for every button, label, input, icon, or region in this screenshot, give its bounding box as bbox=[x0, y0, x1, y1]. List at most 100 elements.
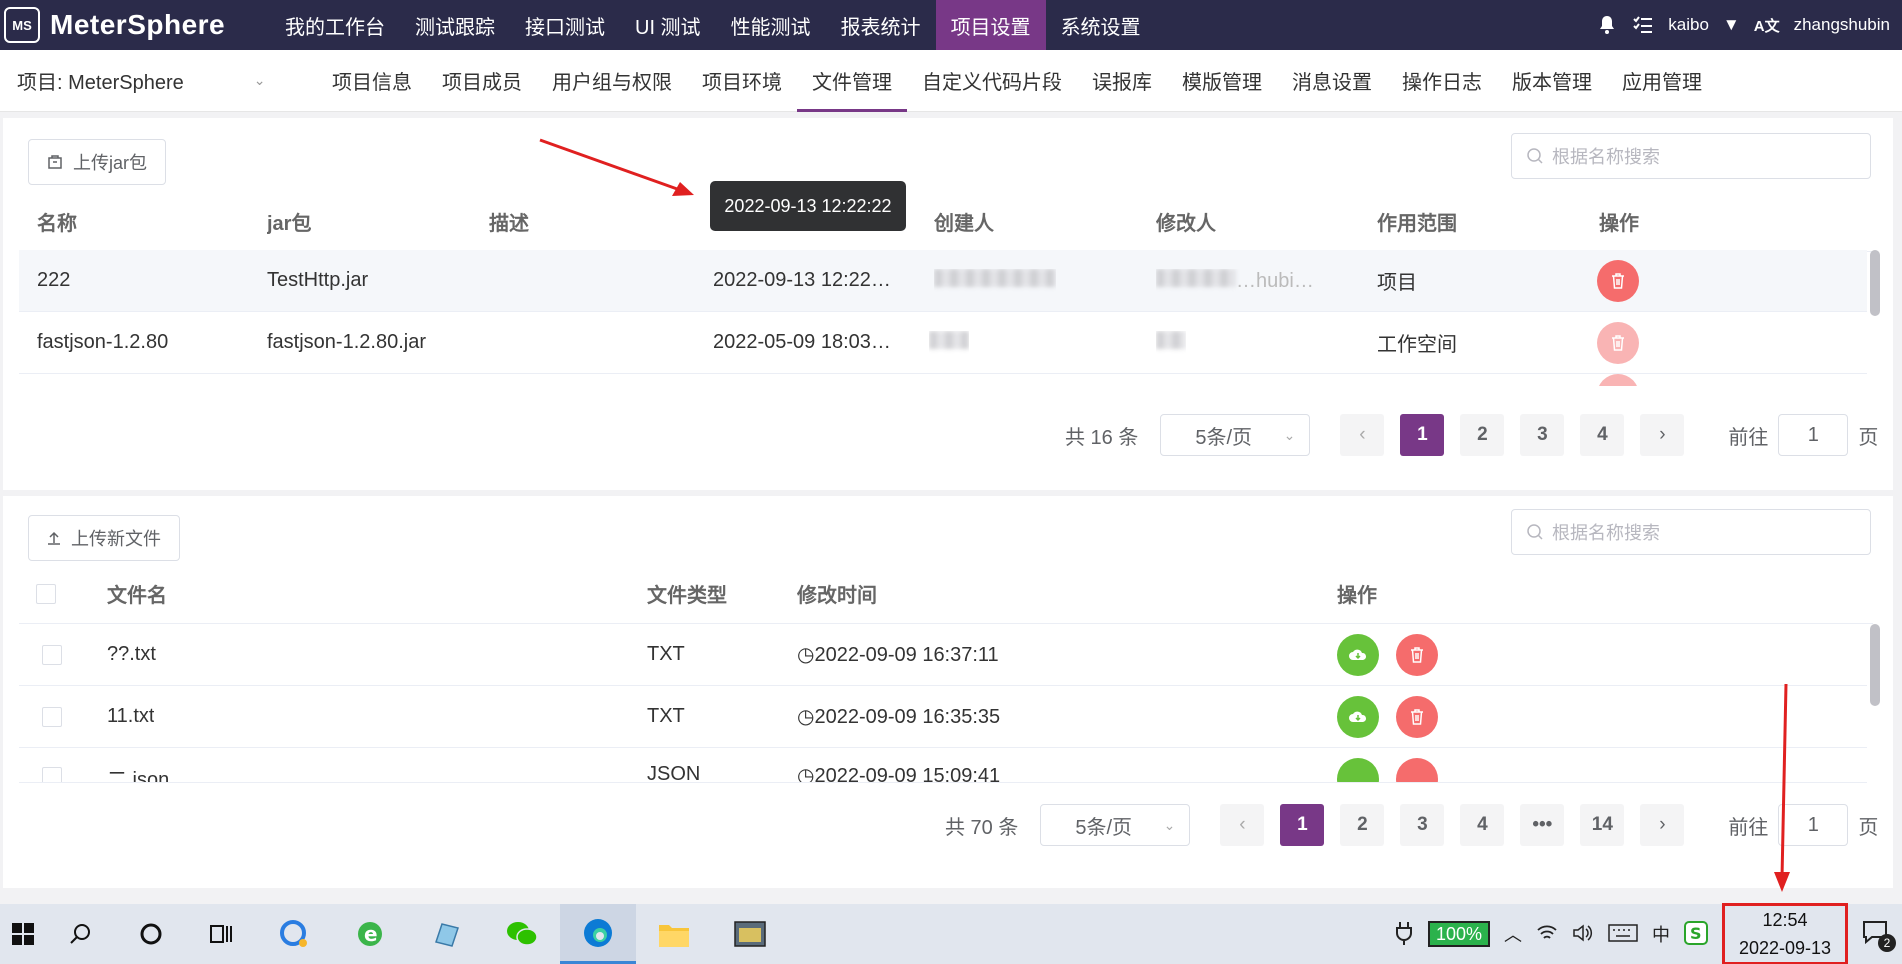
file-explorer-icon[interactable] bbox=[636, 904, 712, 964]
top-navbar: MS MeterSphere 我的工作台 测试跟踪 接口测试 UI 测试 性能测… bbox=[0, 0, 1902, 50]
jar-time: 2022-09-13 12:22… bbox=[713, 269, 891, 291]
upload-jar-button[interactable]: 上传jar包 bbox=[28, 139, 167, 185]
jar-search-input[interactable]: 根据名称搜索 bbox=[1511, 133, 1871, 179]
chevron-down-icon: ⌄ bbox=[1163, 816, 1176, 833]
file-type: TXT bbox=[647, 705, 685, 727]
menu-item-project-settings[interactable]: 项目设置 bbox=[935, 0, 1046, 50]
jar-table-scrollbar[interactable] bbox=[1870, 250, 1880, 316]
chat-app-icon[interactable] bbox=[256, 904, 332, 964]
wechat-icon[interactable] bbox=[484, 904, 560, 964]
app-window-icon[interactable] bbox=[712, 904, 788, 964]
tab-message-settings[interactable]: 消息设置 bbox=[1277, 50, 1387, 112]
workspace-name[interactable]: kaibo bbox=[1668, 15, 1709, 35]
more-pages-button[interactable]: ••• bbox=[1520, 804, 1565, 846]
project-selector[interactable]: 项目: MeterSphere ⌄ bbox=[0, 66, 300, 95]
cortana-icon[interactable] bbox=[116, 904, 186, 964]
table-row[interactable]: 222 TestHttp.jar 2022-09-13 12:22… …hubi… bbox=[19, 250, 1867, 312]
table-row[interactable]: fastjson-1.2.80 fastjson-1.2.80.jar 2022… bbox=[19, 312, 1867, 374]
menu-item-reports[interactable]: 报表统计 bbox=[826, 0, 936, 50]
table-row[interactable]: 11.txt TXT ◷2022-09-09 16:35:35 bbox=[19, 686, 1867, 748]
prev-page-button[interactable]: ‹ bbox=[1220, 804, 1265, 846]
jar-page-size-select[interactable]: 5条/页 ⌄ bbox=[1160, 414, 1311, 456]
search-icon[interactable] bbox=[46, 904, 116, 964]
tab-operation-log[interactable]: 操作日志 bbox=[1387, 50, 1497, 112]
chevron-up-icon[interactable]: ︿ bbox=[1504, 921, 1522, 947]
page-button[interactable]: 4 bbox=[1580, 414, 1625, 456]
goto-page-input[interactable]: 1 bbox=[1778, 804, 1849, 846]
notification-center-icon[interactable]: 2 bbox=[1862, 920, 1896, 952]
tab-version-management[interactable]: 版本管理 bbox=[1497, 50, 1607, 112]
page-button[interactable]: 3 bbox=[1520, 414, 1565, 456]
menu-item-api-test[interactable]: 接口测试 bbox=[510, 0, 620, 50]
jar-goto-page: 前往 1 页 bbox=[1728, 414, 1878, 456]
page-button[interactable]: 2 bbox=[1460, 414, 1505, 456]
page-button[interactable]: 1 bbox=[1280, 804, 1325, 846]
goto-page-input[interactable]: 1 bbox=[1778, 414, 1849, 456]
tab-templates[interactable]: 模版管理 bbox=[1167, 50, 1277, 112]
upload-icon bbox=[48, 531, 60, 545]
row-checkbox[interactable] bbox=[42, 767, 62, 782]
delete-button[interactable] bbox=[1396, 634, 1438, 676]
download-button[interactable] bbox=[1337, 758, 1379, 782]
keyboard-icon[interactable] bbox=[1608, 923, 1638, 945]
row-checkbox[interactable] bbox=[42, 706, 62, 727]
chevron-down-icon: ⌄ bbox=[253, 72, 266, 88]
menu-item-performance-test[interactable]: 性能测试 bbox=[716, 0, 826, 50]
prev-page-button[interactable]: ‹ bbox=[1340, 414, 1385, 456]
trash-icon bbox=[1411, 709, 1423, 725]
delete-button[interactable] bbox=[1597, 260, 1639, 302]
tab-app-management[interactable]: 应用管理 bbox=[1607, 50, 1717, 112]
wifi-icon[interactable] bbox=[1536, 924, 1558, 945]
tab-file-management[interactable]: 文件管理 bbox=[797, 50, 907, 112]
power-plug-icon[interactable] bbox=[1394, 920, 1414, 949]
volume-icon[interactable] bbox=[1572, 923, 1594, 945]
language-switch-icon[interactable]: A文 bbox=[1754, 15, 1780, 36]
bell-icon[interactable] bbox=[1596, 14, 1618, 36]
windows-start-icon[interactable] bbox=[0, 904, 46, 964]
table-row[interactable]: ??.txt TXT ◷2022-09-09 16:37:11 bbox=[19, 624, 1867, 686]
menu-item-workbench[interactable]: 我的工作台 bbox=[270, 0, 400, 50]
app-logo[interactable]: MS MeterSphere bbox=[0, 0, 270, 50]
page-button[interactable]: 4 bbox=[1460, 804, 1505, 846]
system-clock[interactable]: 12:54 2022-09-13 bbox=[1722, 903, 1848, 964]
menu-item-ui-test[interactable]: UI 测试 bbox=[620, 0, 716, 50]
menu-item-system-settings[interactable]: 系统设置 bbox=[1046, 0, 1156, 50]
task-list-icon[interactable] bbox=[1632, 14, 1654, 36]
notepad-app-icon[interactable] bbox=[408, 904, 484, 964]
sogou-ime-icon[interactable]: S bbox=[1684, 920, 1708, 948]
task-view-icon[interactable] bbox=[186, 904, 256, 964]
tab-project-members[interactable]: 项目成员 bbox=[427, 50, 537, 112]
goto-label: 前往 bbox=[1728, 816, 1769, 839]
tab-project-env[interactable]: 项目环境 bbox=[687, 50, 797, 112]
upload-file-button[interactable]: 上传新文件 bbox=[28, 515, 180, 561]
edge-browser-icon[interactable] bbox=[560, 904, 636, 964]
user-name[interactable]: zhangshubin bbox=[1794, 15, 1890, 35]
file-search-input[interactable]: 根据名称搜索 bbox=[1511, 509, 1871, 555]
page-button[interactable]: 14 bbox=[1580, 804, 1625, 846]
menu-item-test-tracking[interactable]: 测试跟踪 bbox=[400, 0, 510, 50]
ie-browser-icon[interactable]: e bbox=[332, 904, 408, 964]
next-page-button[interactable]: › bbox=[1640, 804, 1685, 846]
select-all-checkbox[interactable] bbox=[36, 583, 56, 604]
page-button[interactable]: 3 bbox=[1400, 804, 1445, 846]
table-row[interactable]: 二.json JSON ◷2022-09-09 15:09:41 bbox=[19, 748, 1867, 782]
download-button[interactable] bbox=[1337, 634, 1379, 676]
cloud-download-icon bbox=[1349, 649, 1367, 660]
tab-project-info[interactable]: 项目信息 bbox=[317, 50, 427, 112]
workspace-dropdown-icon[interactable]: ▼ bbox=[1723, 15, 1740, 35]
file-type: JSON bbox=[647, 763, 701, 782]
page-button[interactable]: 2 bbox=[1340, 804, 1385, 846]
page-button[interactable]: 1 bbox=[1400, 414, 1445, 456]
file-page-size-select[interactable]: 5条/页 ⌄ bbox=[1040, 804, 1191, 846]
next-page-button[interactable]: › bbox=[1640, 414, 1685, 456]
row-checkbox[interactable] bbox=[42, 644, 62, 665]
battery-indicator[interactable]: 100% bbox=[1427, 921, 1490, 947]
delete-button[interactable] bbox=[1396, 758, 1438, 782]
tab-user-groups[interactable]: 用户组与权限 bbox=[537, 50, 687, 112]
ime-indicator[interactable]: 中 bbox=[1652, 921, 1670, 947]
tab-false-positives[interactable]: 误报库 bbox=[1077, 50, 1167, 112]
delete-button[interactable] bbox=[1396, 696, 1438, 738]
download-button[interactable] bbox=[1337, 696, 1379, 738]
file-table-scrollbar[interactable] bbox=[1870, 624, 1880, 706]
tab-code-snippets[interactable]: 自定义代码片段 bbox=[907, 50, 1077, 112]
